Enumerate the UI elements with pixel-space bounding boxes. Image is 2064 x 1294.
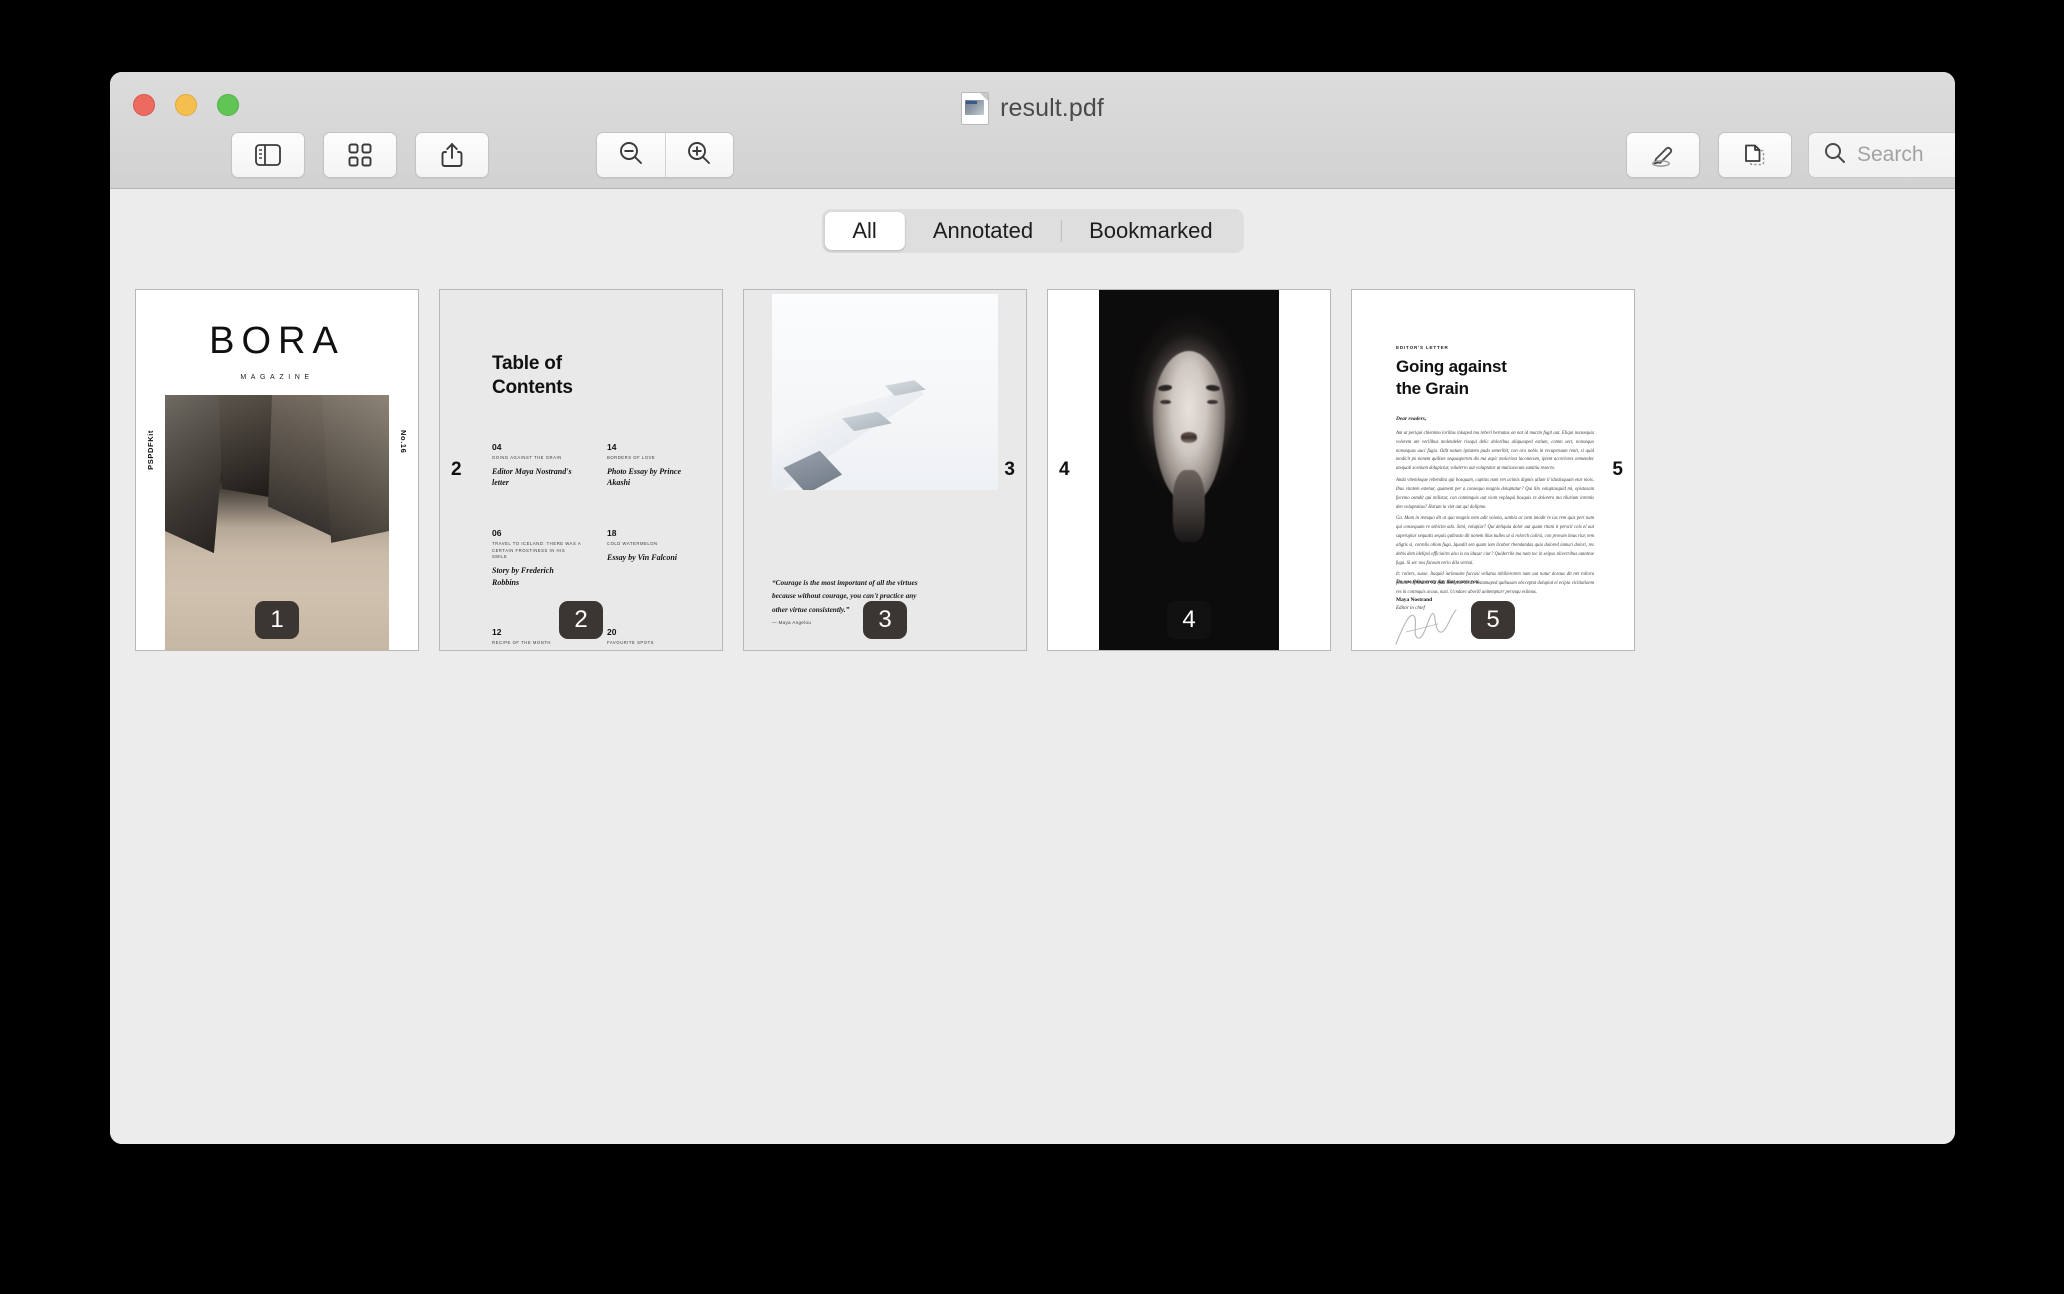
search-input[interactable] — [1857, 143, 1955, 167]
letter-salutation: Dear readers, — [1396, 416, 1427, 422]
minimize-window-button[interactable] — [175, 94, 197, 116]
page-1-content: BORA MAGAZINE PSPDFKit No.16 — [136, 290, 418, 650]
tab-bookmarked[interactable]: Bookmarked — [1061, 212, 1241, 250]
letter-paragraph: Anda vitemloque rebendita qui bosquam, c… — [1396, 478, 1594, 510]
share-button[interactable] — [415, 132, 489, 178]
toc-entry: 20 FAVOURITE SPOTS Spain highlights — [607, 627, 696, 650]
toc-title: Table of Contents — [492, 352, 573, 401]
page-thumbnail-2[interactable]: 2 Table of Contents 04 GOING AGAINST THE… — [439, 289, 723, 651]
cover-left-label: PSPDFKit — [146, 430, 155, 470]
page-1-frame: BORA MAGAZINE PSPDFKit No.16 — [135, 289, 419, 651]
thumbnail-grid-button[interactable] — [323, 132, 397, 178]
markup-button[interactable] — [1626, 132, 1700, 178]
grid-icon — [348, 143, 372, 167]
toc-entry-kicker: TRAVEL TO ICELAND: THERE WAS A CERTAIN F… — [492, 540, 581, 560]
letter-body: Am ut periqui chienimo lorillus inkaped … — [1396, 430, 1594, 601]
toc-entry-title: Essay by Vin Falconi — [607, 552, 678, 562]
close-window-button[interactable] — [133, 94, 155, 116]
toc-entry-page: 04 — [492, 442, 502, 452]
page-2-folio: 2 — [451, 459, 462, 480]
page-number-badge: 5 — [1471, 601, 1515, 639]
airplane-wing-photo — [772, 294, 998, 490]
pdf-document-icon — [961, 92, 990, 125]
toc-entry-kicker: BORDERS OF LOVE — [607, 455, 656, 460]
window-toolbar: result.pdf — [110, 72, 1955, 189]
page-thumbnail-5[interactable]: 5 EDITOR'S LETTER Going against the Grai… — [1351, 289, 1635, 651]
page-3-frame: 3 “Courage is the most important of all … — [743, 289, 1027, 651]
toc-entry-page: 06 — [492, 527, 502, 538]
toc-entry-kicker: GOING AGAINST THE GRAIN — [492, 455, 562, 460]
toc-entry: 04 GOING AGAINST THE GRAIN Editor Maya N… — [492, 442, 581, 489]
window-title: result.pdf — [1000, 94, 1104, 122]
sidebar-toggle-button[interactable] — [231, 132, 305, 178]
zoom-in-icon — [686, 140, 712, 171]
page-3-content: 3 “Courage is the most important of all … — [744, 290, 1026, 650]
tab-annotated[interactable]: Annotated — [905, 212, 1061, 250]
toc-entry-page: 14 — [607, 442, 617, 452]
page-number-badge: 3 — [863, 601, 907, 639]
zoom-out-button[interactable] — [597, 133, 665, 177]
page-thumbnail-1[interactable]: BORA MAGAZINE PSPDFKit No.16 1 — [135, 289, 419, 651]
letter-paragraph: Ga. Mam in remquo dit at quo magnis nem … — [1396, 516, 1594, 566]
letter-headline: Going against the Grain — [1396, 356, 1507, 401]
pen-icon — [1649, 142, 1677, 168]
zoom-controls — [596, 132, 734, 178]
duplicate-page-button[interactable] — [1718, 132, 1792, 178]
search-field[interactable] — [1808, 132, 1955, 178]
traffic-lights — [133, 94, 239, 116]
page-4-folio: 4 — [1059, 459, 1070, 480]
page-5-folio: 5 — [1612, 459, 1623, 480]
page-number-badge: 4 — [1167, 601, 1211, 639]
toc-entry-kicker: COLD WATERMELON — [607, 540, 658, 546]
toc-entry: 06 TRAVEL TO ICELAND: THERE WAS A CERTAI… — [492, 528, 581, 588]
window-title-group: result.pdf — [110, 92, 1955, 125]
page-thumbnail-4[interactable]: 4 4 — [1047, 289, 1331, 651]
zoom-in-button[interactable] — [664, 133, 734, 177]
page-3-folio: 3 — [1004, 459, 1015, 480]
search-icon — [1823, 141, 1847, 170]
page-number-badge: 1 — [255, 601, 299, 639]
cover-issue-number: No.16 — [399, 430, 408, 454]
toolbar-controls — [110, 132, 1955, 182]
toc-entry-page: 18 — [607, 527, 617, 538]
letter-paragraph: Am ut periqui chienimo lorillus inkaped … — [1396, 431, 1594, 472]
duplicate-icon — [1742, 142, 1768, 168]
letter-headline-line1: Going against — [1396, 357, 1507, 376]
toc-entry-kicker: FAVOURITE SPOTS — [607, 640, 655, 646]
page-2-content: 2 Table of Contents 04 GOING AGAINST THE… — [440, 290, 722, 650]
toc-entry-title: Photo Essay by Prince Akashi — [607, 466, 681, 488]
page-thumbnail-list: BORA MAGAZINE PSPDFKit No.16 1 2 Table o… — [135, 289, 1930, 651]
toc-entry-title: Story by Frederich Robbins — [492, 566, 554, 587]
zoom-out-icon — [618, 140, 644, 171]
toc-title-line1: Table of — [492, 353, 562, 374]
page-5-content: 5 EDITOR'S LETTER Going against the Grai… — [1352, 290, 1634, 650]
thumbnail-browser: All Annotated Bookmarked BORA MAGAZINE P… — [110, 189, 1955, 1144]
handwritten-signature — [1395, 609, 1457, 645]
cover-subtitle: MAGAZINE — [240, 374, 314, 381]
share-icon — [441, 142, 463, 168]
letter-headline-line2: the Grain — [1396, 379, 1469, 399]
page-4-content: 4 — [1048, 290, 1330, 650]
page-filter-tabs: All Annotated Bookmarked — [821, 209, 1244, 253]
portrait-photo — [1099, 290, 1279, 650]
letter-closing: Do one thing every day that scares you. — [1396, 579, 1480, 585]
toc-entry: 14 BORDERS OF LOVE Photo Essay by Prince… — [607, 442, 696, 489]
toc-entry-title: Editor Maya Nostrand's letter — [492, 466, 572, 488]
preview-window: result.pdf Search All Annotated Bookmark… — [110, 72, 1955, 1144]
toc-entry-kicker: RECIPE OF THE MONTH — [492, 640, 551, 646]
page-thumbnail-3[interactable]: 3 “Courage is the most important of all … — [743, 289, 1027, 651]
page-number-badge: 2 — [559, 601, 603, 639]
letter-kicker: EDITOR'S LETTER — [1396, 345, 1449, 350]
page-5-frame: 5 EDITOR'S LETTER Going against the Grai… — [1351, 289, 1635, 651]
sidebar-icon — [255, 144, 281, 166]
toc-entry-page: 20 — [607, 627, 617, 638]
page-2-frame: 2 Table of Contents 04 GOING AGAINST THE… — [439, 289, 723, 651]
maximize-window-button[interactable] — [217, 94, 239, 116]
toc-title-line2: Contents — [492, 377, 573, 399]
page-4-frame: 4 — [1047, 289, 1331, 651]
quote-attribution: — Maya Angelou — [772, 620, 812, 625]
toc-entry: 18 COLD WATERMELON Essay by Vin Falconi — [607, 528, 696, 588]
cover-brand: BORA — [209, 320, 345, 362]
tab-all[interactable]: All — [824, 212, 905, 250]
